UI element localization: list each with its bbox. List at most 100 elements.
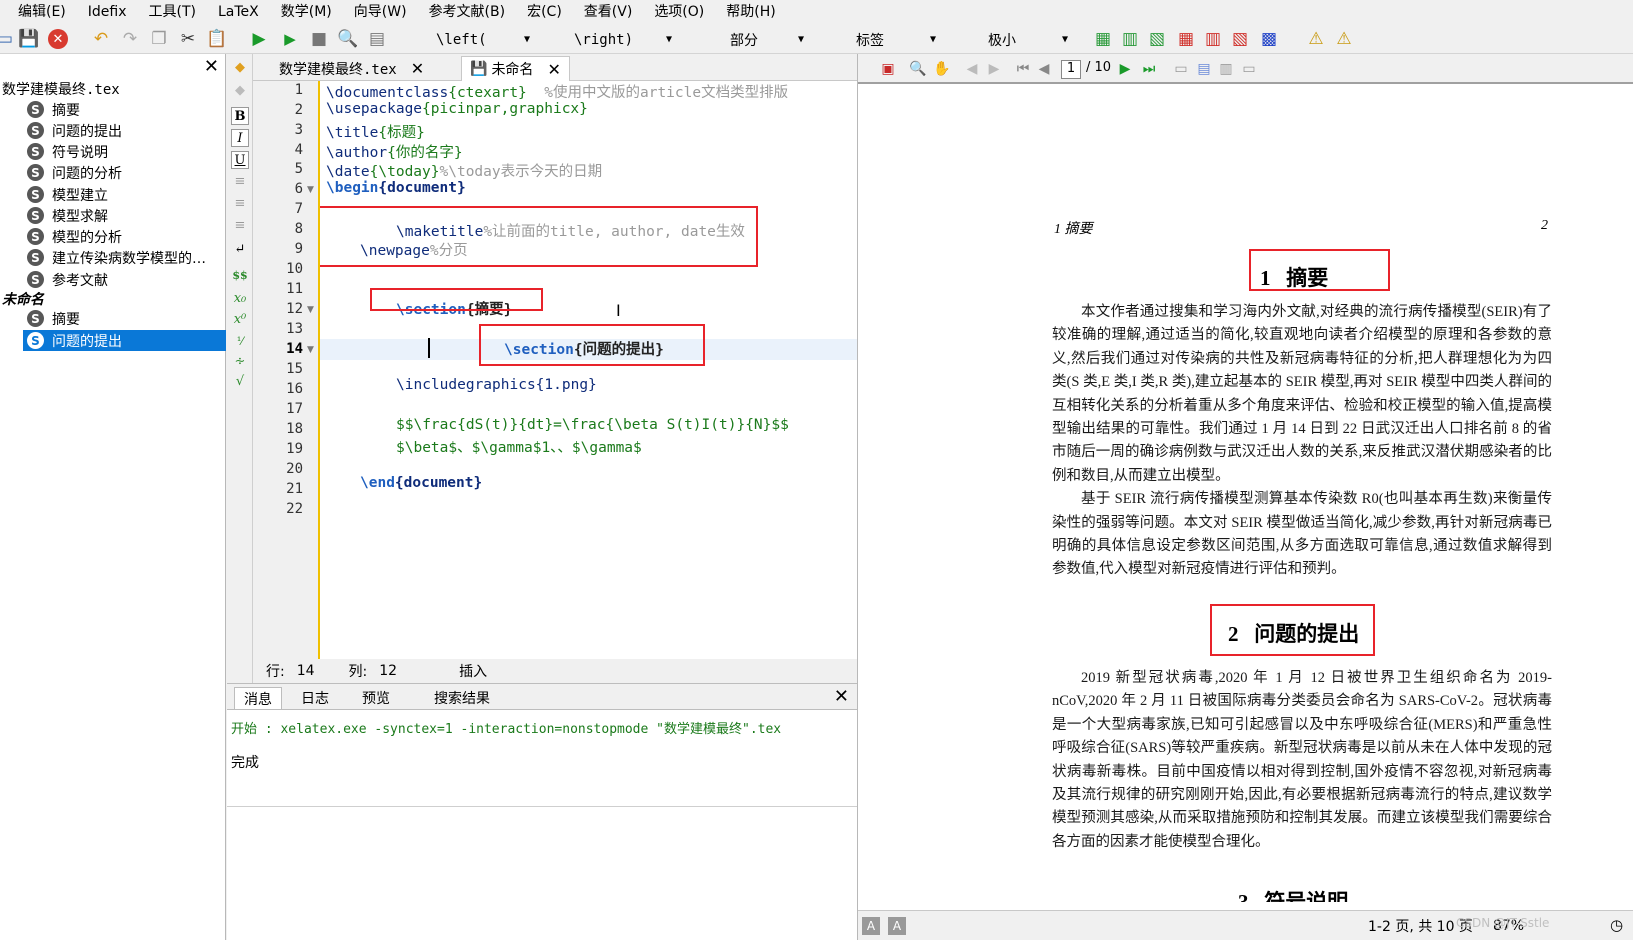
underline-icon[interactable]: U <box>231 151 249 169</box>
size-select[interactable]: 极小 ▼ <box>980 29 1076 50</box>
label-select[interactable]: 标签 ▼ <box>848 29 944 50</box>
new-file-icon[interactable]: ▭ <box>0 28 16 50</box>
tab-messages[interactable]: 消息 <box>234 687 282 709</box>
pdf-icon[interactable]: ▣ <box>878 59 898 79</box>
paste-icon[interactable]: 📋 <box>206 28 228 50</box>
first-page-icon[interactable]: ⏮ <box>1013 59 1033 79</box>
menu-item-macros[interactable]: 宏(C) <box>516 0 573 24</box>
forward-icon[interactable]: ▶ <box>984 59 1004 79</box>
warning-icon[interactable]: ⚠ <box>1305 28 1327 50</box>
italic-icon[interactable]: I <box>231 129 249 147</box>
menu-item-math[interactable]: 数学(M) <box>270 0 343 24</box>
menu-item-wizard[interactable]: 向导(W) <box>343 0 418 24</box>
structure-item[interactable]: S 模型求解 <box>27 205 108 226</box>
structure-item[interactable]: S 问题的提出 <box>27 120 122 141</box>
close-icon[interactable]: ✕ <box>547 60 560 79</box>
next-page-icon[interactable]: ▶ <box>1115 59 1135 79</box>
menu-item-help[interactable]: 帮助(H) <box>715 0 786 24</box>
structure-item[interactable]: S 参考文献 <box>27 269 108 290</box>
last-page-icon[interactable]: ⏭ <box>1139 59 1159 79</box>
code-line-16: \includegraphics{1.png} <box>396 377 597 393</box>
dfrac-icon[interactable]: ∻ <box>231 352 249 370</box>
clock-icon[interactable]: ◷ <box>1610 916 1623 934</box>
tab-main-file[interactable]: 数学建模最终.tex ✕ <box>271 56 432 81</box>
previous-page-icon[interactable]: ◀ <box>1034 59 1054 79</box>
log-icon[interactable]: ▤ <box>366 28 388 50</box>
newline-icon[interactable]: ↵ <box>231 240 249 258</box>
superscript-icon[interactable]: x⁰ <box>231 310 249 328</box>
subscript-icon[interactable]: x₀ <box>231 289 249 307</box>
table-insert-column-icon[interactable]: ▧ <box>1146 28 1168 50</box>
tab-preview[interactable]: 预览 <box>349 687 403 709</box>
structure-item[interactable]: S 模型建立 <box>27 184 108 205</box>
right-delimiter-select[interactable]: \right) ▼ <box>566 29 680 50</box>
fold-marker-icon[interactable]: ▼ <box>307 305 314 315</box>
structure-item[interactable]: S 摘要 <box>27 308 80 329</box>
align-center-icon[interactable]: ≡ <box>231 194 249 212</box>
close-icon[interactable]: ✕ <box>411 59 424 78</box>
tab-search-results[interactable]: 搜索结果 <box>417 687 507 709</box>
structure-item[interactable]: S 建立传染病数学模型的… <box>27 247 206 268</box>
continuous-page-icon[interactable]: ▤ <box>1194 59 1214 79</box>
structure-item-selected[interactable]: S 问题的提出 <box>23 330 226 351</box>
section-select[interactable]: 部分 ▼ <box>722 29 812 50</box>
line-number: 9 <box>294 241 303 257</box>
hand-icon[interactable]: ✋ <box>932 59 952 79</box>
structure-item[interactable]: S 摘要 <box>27 99 80 120</box>
table-remove-row-icon[interactable]: ▦ <box>1175 28 1197 50</box>
save-icon[interactable]: 💾 <box>18 28 40 50</box>
align-right-icon[interactable]: ≡ <box>231 216 249 234</box>
menu-item-idefix[interactable]: Idefix <box>77 0 138 24</box>
fit-page-icon[interactable]: A <box>862 916 880 935</box>
code-editor[interactable]: \documentclass{ctexart} %使用中文版的article文档… <box>318 81 857 659</box>
math-mode-icon[interactable]: $$ <box>231 266 249 284</box>
cut-icon[interactable]: ✂ <box>177 28 199 50</box>
table-align-icon[interactable]: ▩ <box>1258 28 1280 50</box>
structure-root-file[interactable]: 数学建模最终.tex <box>2 78 120 99</box>
align-left-icon[interactable]: ≡ <box>231 172 249 190</box>
menu-item-tools[interactable]: 工具(T) <box>138 0 207 24</box>
table-delete-icon[interactable]: ▧ <box>1229 28 1251 50</box>
single-page-icon[interactable]: ▭ <box>1171 59 1191 79</box>
structure-item[interactable]: S 问题的分析 <box>27 162 122 183</box>
bookmark-icon[interactable]: ◆ <box>231 58 249 76</box>
fit-width-icon[interactable]: ▭ <box>1239 59 1259 79</box>
page-number-input[interactable]: 1 <box>1061 60 1081 79</box>
structure-item[interactable]: S 模型的分析 <box>27 226 122 247</box>
structure-item[interactable]: S 符号说明 <box>27 141 108 162</box>
search-icon[interactable]: 🔍 <box>908 59 928 79</box>
left-delimiter-select[interactable]: \left(▼ <box>428 29 538 50</box>
menu-item-bibliography[interactable]: 参考文献(B) <box>418 0 517 24</box>
menu-item-latex[interactable]: LaTeX <box>207 0 270 24</box>
build-view-icon[interactable]: ▶ <box>248 28 270 50</box>
menu-item-view[interactable]: 查看(V) <box>573 0 644 24</box>
copy-icon[interactable]: ❐ <box>148 28 170 50</box>
menu-item-edit[interactable]: 编辑(E) <box>0 0 77 24</box>
table-remove-column-icon[interactable]: ▥ <box>1202 28 1224 50</box>
structure-unnamed-file[interactable]: 未命名 <box>2 288 44 309</box>
fold-marker-icon[interactable]: ▼ <box>307 345 314 355</box>
fraction-icon[interactable]: ⅟ <box>231 332 249 350</box>
menu-item-options[interactable]: 选项(O) <box>643 0 715 24</box>
section-icon: S <box>27 207 44 224</box>
fold-marker-icon[interactable]: ▼ <box>307 185 314 195</box>
close-file-icon[interactable]: ✕ <box>47 28 69 50</box>
redo-icon[interactable]: ↷ <box>119 28 141 50</box>
stop-icon[interactable]: ■ <box>308 28 330 50</box>
undo-icon[interactable]: ↶ <box>90 28 112 50</box>
sqrt-icon[interactable]: √ <box>231 372 249 390</box>
table-add-column-icon[interactable]: ▥ <box>1119 28 1141 50</box>
tab-unnamed[interactable]: 💾 未命名 ✕ <box>461 56 570 81</box>
error-icon[interactable]: ⚠ <box>1333 28 1355 50</box>
table-add-row-icon[interactable]: ▦ <box>1092 28 1114 50</box>
bookmark-gray-icon[interactable]: ◆ <box>231 81 249 99</box>
compile-icon[interactable]: ▶ <box>279 28 301 50</box>
close-icon[interactable]: ✕ <box>834 686 849 707</box>
bold-icon[interactable]: B <box>231 107 249 125</box>
two-pages-icon[interactable]: ▥ <box>1216 59 1236 79</box>
tab-log[interactable]: 日志 <box>290 687 340 709</box>
back-icon[interactable]: ◀ <box>962 59 982 79</box>
view-pdf-icon[interactable]: 🔍 <box>337 28 359 50</box>
fit-width-icon[interactable]: A <box>888 916 906 935</box>
close-icon[interactable]: ✕ <box>204 56 219 77</box>
